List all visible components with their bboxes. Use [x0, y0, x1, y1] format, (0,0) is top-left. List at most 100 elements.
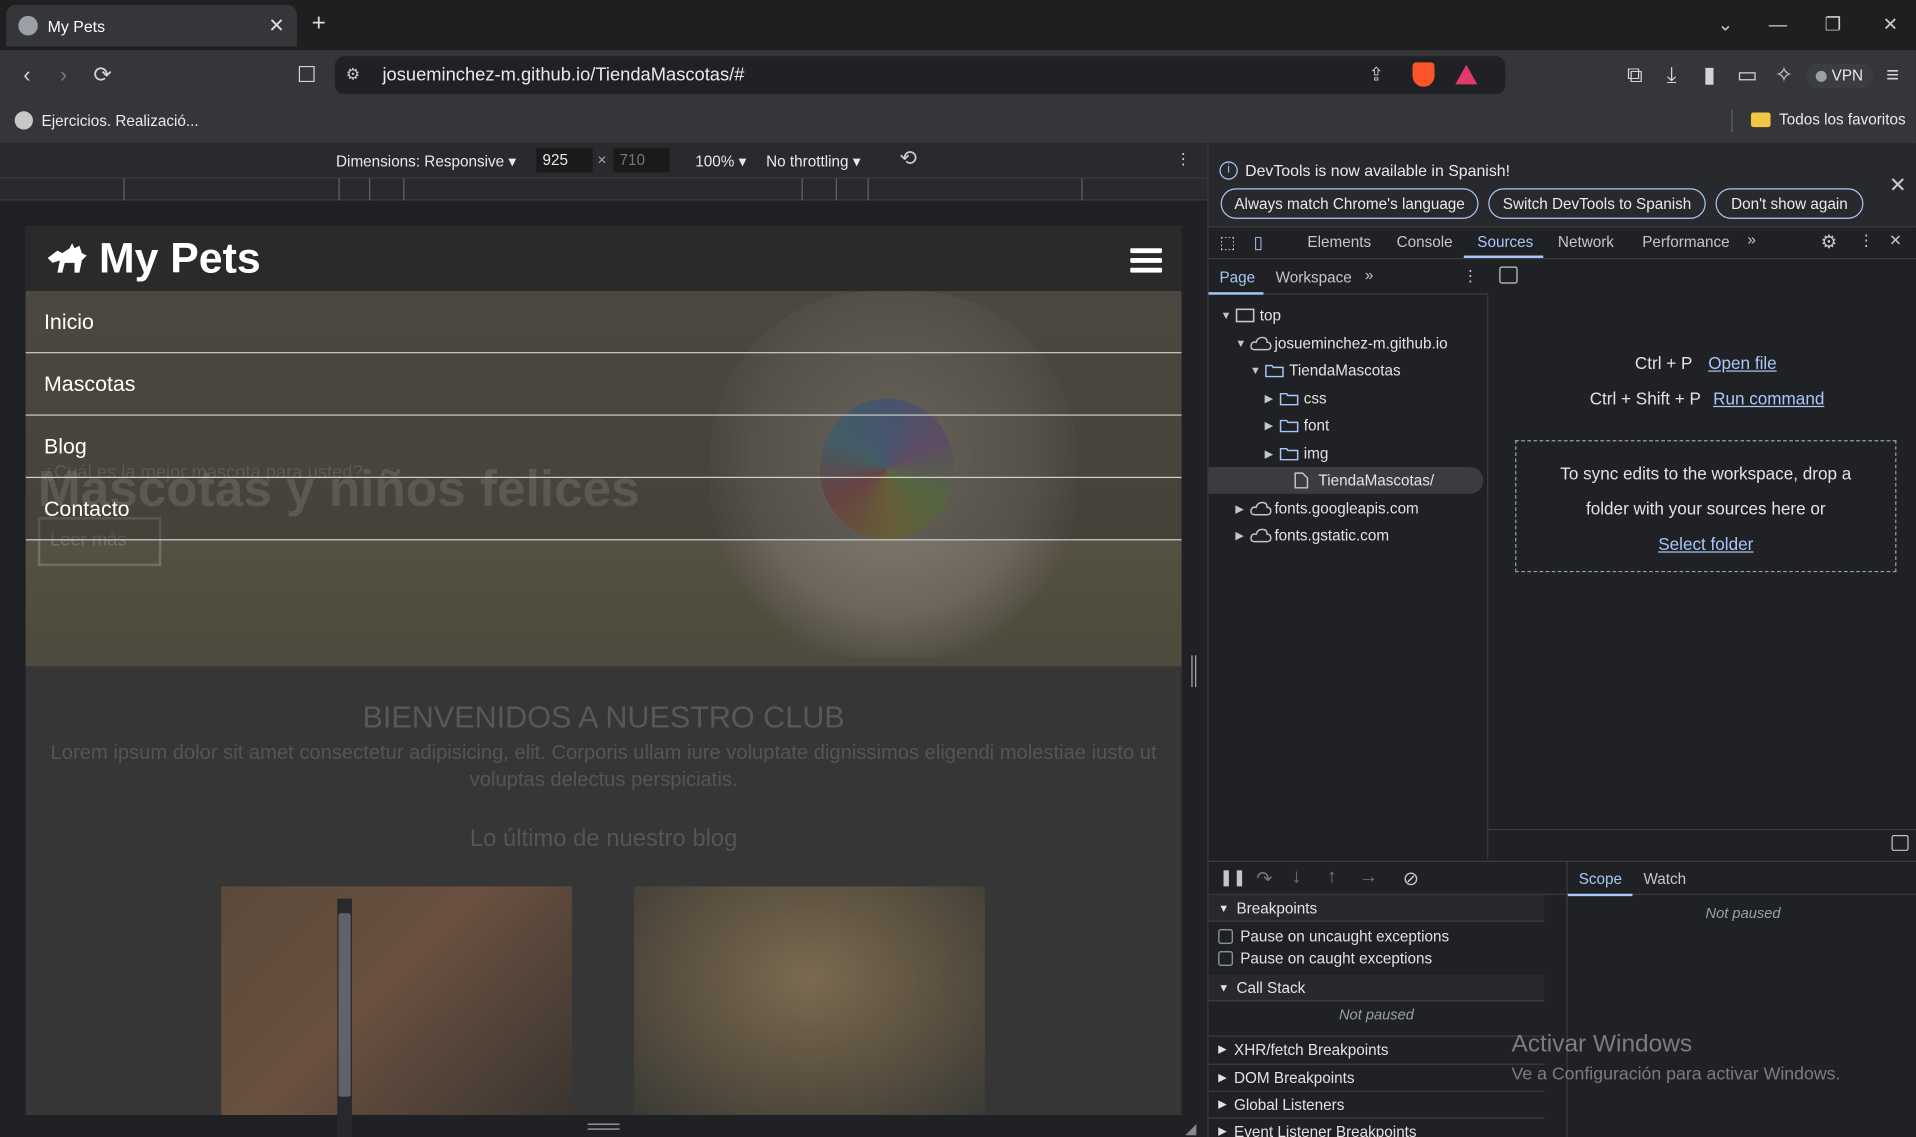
sidebar-icon[interactable]: ▮: [1696, 61, 1723, 88]
tree-label: TiendaMascotas: [1289, 361, 1401, 380]
minimize-icon[interactable]: —: [1761, 7, 1795, 41]
brand-logo[interactable]: My Pets: [45, 235, 261, 284]
subtab-workspace[interactable]: Workspace: [1276, 269, 1352, 286]
switch-spanish-button[interactable]: Switch DevTools to Spanish: [1488, 188, 1706, 219]
close-tab-icon[interactable]: ✕: [268, 13, 284, 37]
global-listeners-header[interactable]: ▶ Global Listeners: [1208, 1090, 1545, 1118]
throttle-select[interactable]: No throttling ▾: [766, 152, 860, 170]
media-query-ruler[interactable]: [0, 177, 1208, 201]
collapsed-arrow-icon: ▶: [1218, 1097, 1227, 1111]
extensions-icon[interactable]: ⧉: [1621, 61, 1648, 88]
bookmark-icon[interactable]: ☐: [293, 61, 320, 88]
inspect-element-icon[interactable]: ⬚: [1219, 232, 1235, 253]
browser-tab[interactable]: My Pets ✕: [6, 4, 297, 47]
tab-performance[interactable]: Performance: [1642, 234, 1729, 251]
dimensions-select[interactable]: Dimensions: Responsive ▾: [336, 152, 516, 170]
sidebar-scrollbar[interactable]: [337, 898, 352, 1137]
forward-icon[interactable]: ›: [50, 61, 77, 88]
bookmark-item[interactable]: Ejercicios. Realizació...: [14, 111, 199, 130]
wallet-icon[interactable]: ▭: [1734, 61, 1761, 88]
pause-caught-row[interactable]: Pause on caught exceptions: [1208, 945, 1544, 972]
deactivate-breakpoints-icon[interactable]: ⊘: [1403, 867, 1419, 891]
nav-item-inicio[interactable]: Inicio: [25, 290, 1182, 354]
step-icon[interactable]: →: [1359, 867, 1379, 889]
reload-icon[interactable]: ⟳: [89, 61, 116, 88]
tab-watch[interactable]: Watch: [1643, 870, 1686, 887]
tab-console[interactable]: Console: [1397, 234, 1453, 251]
close-window-icon[interactable]: ✕: [1873, 7, 1907, 41]
vpn-button[interactable]: VPN: [1805, 63, 1873, 89]
checkbox[interactable]: [1218, 951, 1233, 966]
run-command-link[interactable]: Run command: [1713, 389, 1824, 409]
brave-rewards-icon[interactable]: [1455, 64, 1478, 85]
tree-item-file[interactable]: TiendaMascotas/: [1279, 467, 1434, 494]
tree-item-domain[interactable]: ▼ josueminchez-m.github.io: [1235, 330, 1447, 357]
toggle-navigator-icon[interactable]: [1499, 266, 1518, 284]
step-out-icon[interactable]: ↑: [1327, 867, 1337, 889]
zoom-select[interactable]: 100% ▾: [695, 152, 746, 170]
height-input[interactable]: 710: [613, 147, 670, 173]
toggle-drawer-icon[interactable]: [1891, 835, 1909, 851]
tree-item-folder[interactable]: ▼ TiendaMascotas: [1250, 357, 1401, 384]
resize-handle-bottom[interactable]: [587, 1123, 620, 1130]
navigator-menu-icon[interactable]: ⋮: [1463, 267, 1478, 285]
tree-item-gstatic[interactable]: ▶ fonts.gstatic.com: [1235, 522, 1389, 549]
back-icon[interactable]: ‹: [13, 61, 40, 88]
tree-item-font[interactable]: ▶ font: [1265, 412, 1330, 439]
restore-icon[interactable]: ❐: [1816, 7, 1850, 41]
all-bookmarks[interactable]: Todos los favoritos: [1750, 111, 1906, 128]
blog-image-golden-retriever[interactable]: [634, 886, 985, 1116]
dom-breakpoints-header[interactable]: ▶ DOM Breakpoints: [1208, 1063, 1545, 1091]
blog-image-dog-hug[interactable]: [221, 886, 572, 1116]
event-listener-header[interactable]: ▶ Event Listener Breakpoints: [1208, 1117, 1545, 1137]
checkbox[interactable]: [1218, 929, 1233, 944]
customize-menu-icon[interactable]: ⋮: [1859, 231, 1874, 249]
more-tabs-icon[interactable]: »: [1747, 231, 1755, 248]
rotate-icon[interactable]: ⟲: [899, 147, 916, 171]
brave-shields-icon[interactable]: [1412, 62, 1435, 87]
close-devtools-icon[interactable]: ✕: [1889, 231, 1902, 249]
device-toggle-icon[interactable]: ▯: [1254, 232, 1263, 253]
tab-scope[interactable]: Scope: [1579, 870, 1622, 887]
menu-icon[interactable]: ≡: [1879, 61, 1906, 88]
tab-network[interactable]: Network: [1558, 234, 1614, 251]
tree-item-css[interactable]: ▶ css: [1265, 385, 1327, 412]
tree-item-googleapis[interactable]: ▶ fonts.googleapis.com: [1235, 495, 1418, 522]
tab-elements[interactable]: Elements: [1307, 234, 1371, 251]
step-into-icon[interactable]: ↓: [1292, 867, 1302, 889]
open-file-link[interactable]: Open file: [1708, 353, 1776, 373]
pause-icon[interactable]: ❚❚: [1219, 868, 1246, 888]
close-infobar-icon[interactable]: ✕: [1889, 174, 1906, 198]
xhr-breakpoints-header[interactable]: ▶ XHR/fetch Breakpoints: [1208, 1035, 1545, 1063]
share-icon[interactable]: ⇪: [1369, 64, 1384, 86]
new-tab-icon[interactable]: +: [312, 10, 326, 38]
more-options-icon[interactable]: ⋮: [1175, 149, 1190, 167]
step-over-icon[interactable]: ↷: [1256, 867, 1272, 891]
hamburger-menu-icon[interactable]: [1130, 248, 1163, 273]
width-input[interactable]: 925: [536, 147, 593, 173]
tab-search-icon[interactable]: ⌄: [1708, 7, 1742, 41]
resize-handle-right[interactable]: [1191, 655, 1197, 688]
nav-item-contacto[interactable]: Contacto: [25, 478, 1182, 541]
workspace-dropzone[interactable]: To sync edits to the workspace, drop a f…: [1515, 440, 1897, 573]
tab-sources[interactable]: Sources: [1477, 234, 1533, 251]
more-subtabs-icon[interactable]: »: [1365, 267, 1373, 284]
bookmarks-bar: Ejercicios. Realizació... Todos los favo…: [0, 99, 1916, 144]
dont-show-button[interactable]: Don't show again: [1715, 188, 1864, 219]
select-folder-link[interactable]: Select folder: [1516, 527, 1895, 562]
leo-ai-icon[interactable]: ✧: [1771, 61, 1798, 88]
call-stack-header[interactable]: ▼ Call Stack: [1208, 974, 1545, 1002]
tree-item-img[interactable]: ▶ img: [1265, 440, 1329, 467]
nav-item-blog[interactable]: Blog: [25, 415, 1182, 479]
resize-corner-icon[interactable]: ◢: [1185, 1120, 1196, 1137]
subtab-page[interactable]: Page: [1219, 269, 1255, 286]
match-language-button[interactable]: Always match Chrome's language: [1220, 188, 1479, 219]
tree-item-top[interactable]: ▼ top: [1221, 302, 1281, 329]
settings-gear-icon[interactable]: ⚙: [1821, 231, 1837, 253]
downloads-icon[interactable]: ⤓: [1658, 61, 1685, 88]
nav-item-mascotas[interactable]: Mascotas: [25, 353, 1182, 416]
breakpoints-header[interactable]: ▼ Breakpoints: [1208, 894, 1545, 922]
address-bar[interactable]: ⚙ josueminchez-m.github.io/TiendaMascota…: [334, 56, 1506, 95]
nav-menu: Inicio Mascotas Blog Contacto: [25, 290, 1182, 541]
site-info-icon[interactable]: ⚙: [346, 65, 360, 85]
